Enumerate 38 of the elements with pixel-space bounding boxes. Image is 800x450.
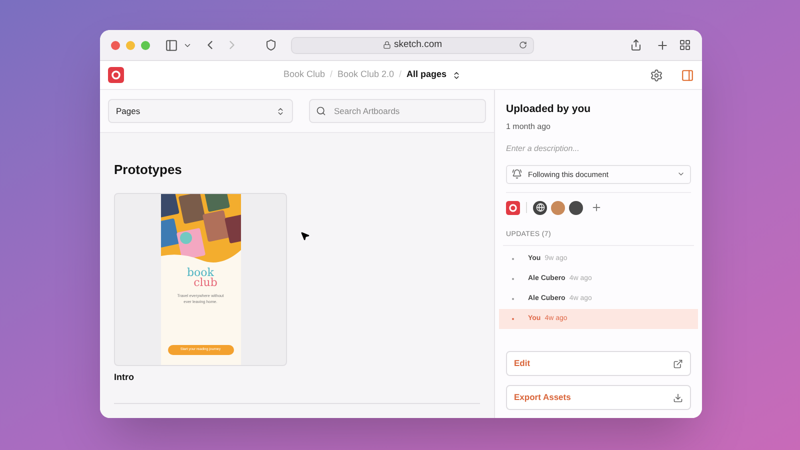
globe-icon [536,203,544,212]
upload-title: Uploaded by you [506,102,592,117]
shield-icon[interactable] [265,39,277,51]
reload-icon[interactable] [519,41,527,49]
bell-icon [512,169,522,180]
app-logo-icon [108,67,124,83]
artboard-name[interactable]: Intro [114,370,287,384]
select-icon [276,106,285,116]
url-text: sketch.com [394,38,442,52]
share-icon[interactable] [630,39,642,51]
settings-icon[interactable] [650,68,663,82]
description-field[interactable]: Enter a description... [506,142,691,155]
pages-select[interactable]: Pages [108,99,293,123]
panel-toggle-icon[interactable] [681,68,694,82]
book-club-logo: book club [186,268,218,288]
user-avatar[interactable] [569,200,583,215]
external-link-icon [673,358,683,369]
breadcrumb-separator: / [330,68,332,82]
globe-avatar[interactable] [533,200,547,215]
section-title: Prototypes [114,161,183,179]
sidebar-toggle-icon[interactable] [165,38,178,52]
action-button[interactable]: Edit [506,351,691,376]
cursor-icon [300,231,310,241]
switch-icon[interactable] [452,70,461,80]
new-tab-icon[interactable] [656,38,669,52]
action-button[interactable]: Export Assets [506,385,691,410]
breadcrumb[interactable]: All pages [406,68,447,82]
upload-time: 1 month ago [506,120,552,133]
breadcrumb-separator: / [399,68,402,82]
app-logo-icon [506,200,520,215]
close-button[interactable] [111,40,120,50]
address-bar[interactable]: sketch.com [291,36,534,54]
search-icon [316,106,326,116]
add-icon[interactable] [591,202,602,214]
lock-icon [382,41,391,49]
search-field[interactable]: Search Artboards [309,99,486,123]
download-icon [673,392,683,403]
tab-overview-icon[interactable] [679,39,691,51]
